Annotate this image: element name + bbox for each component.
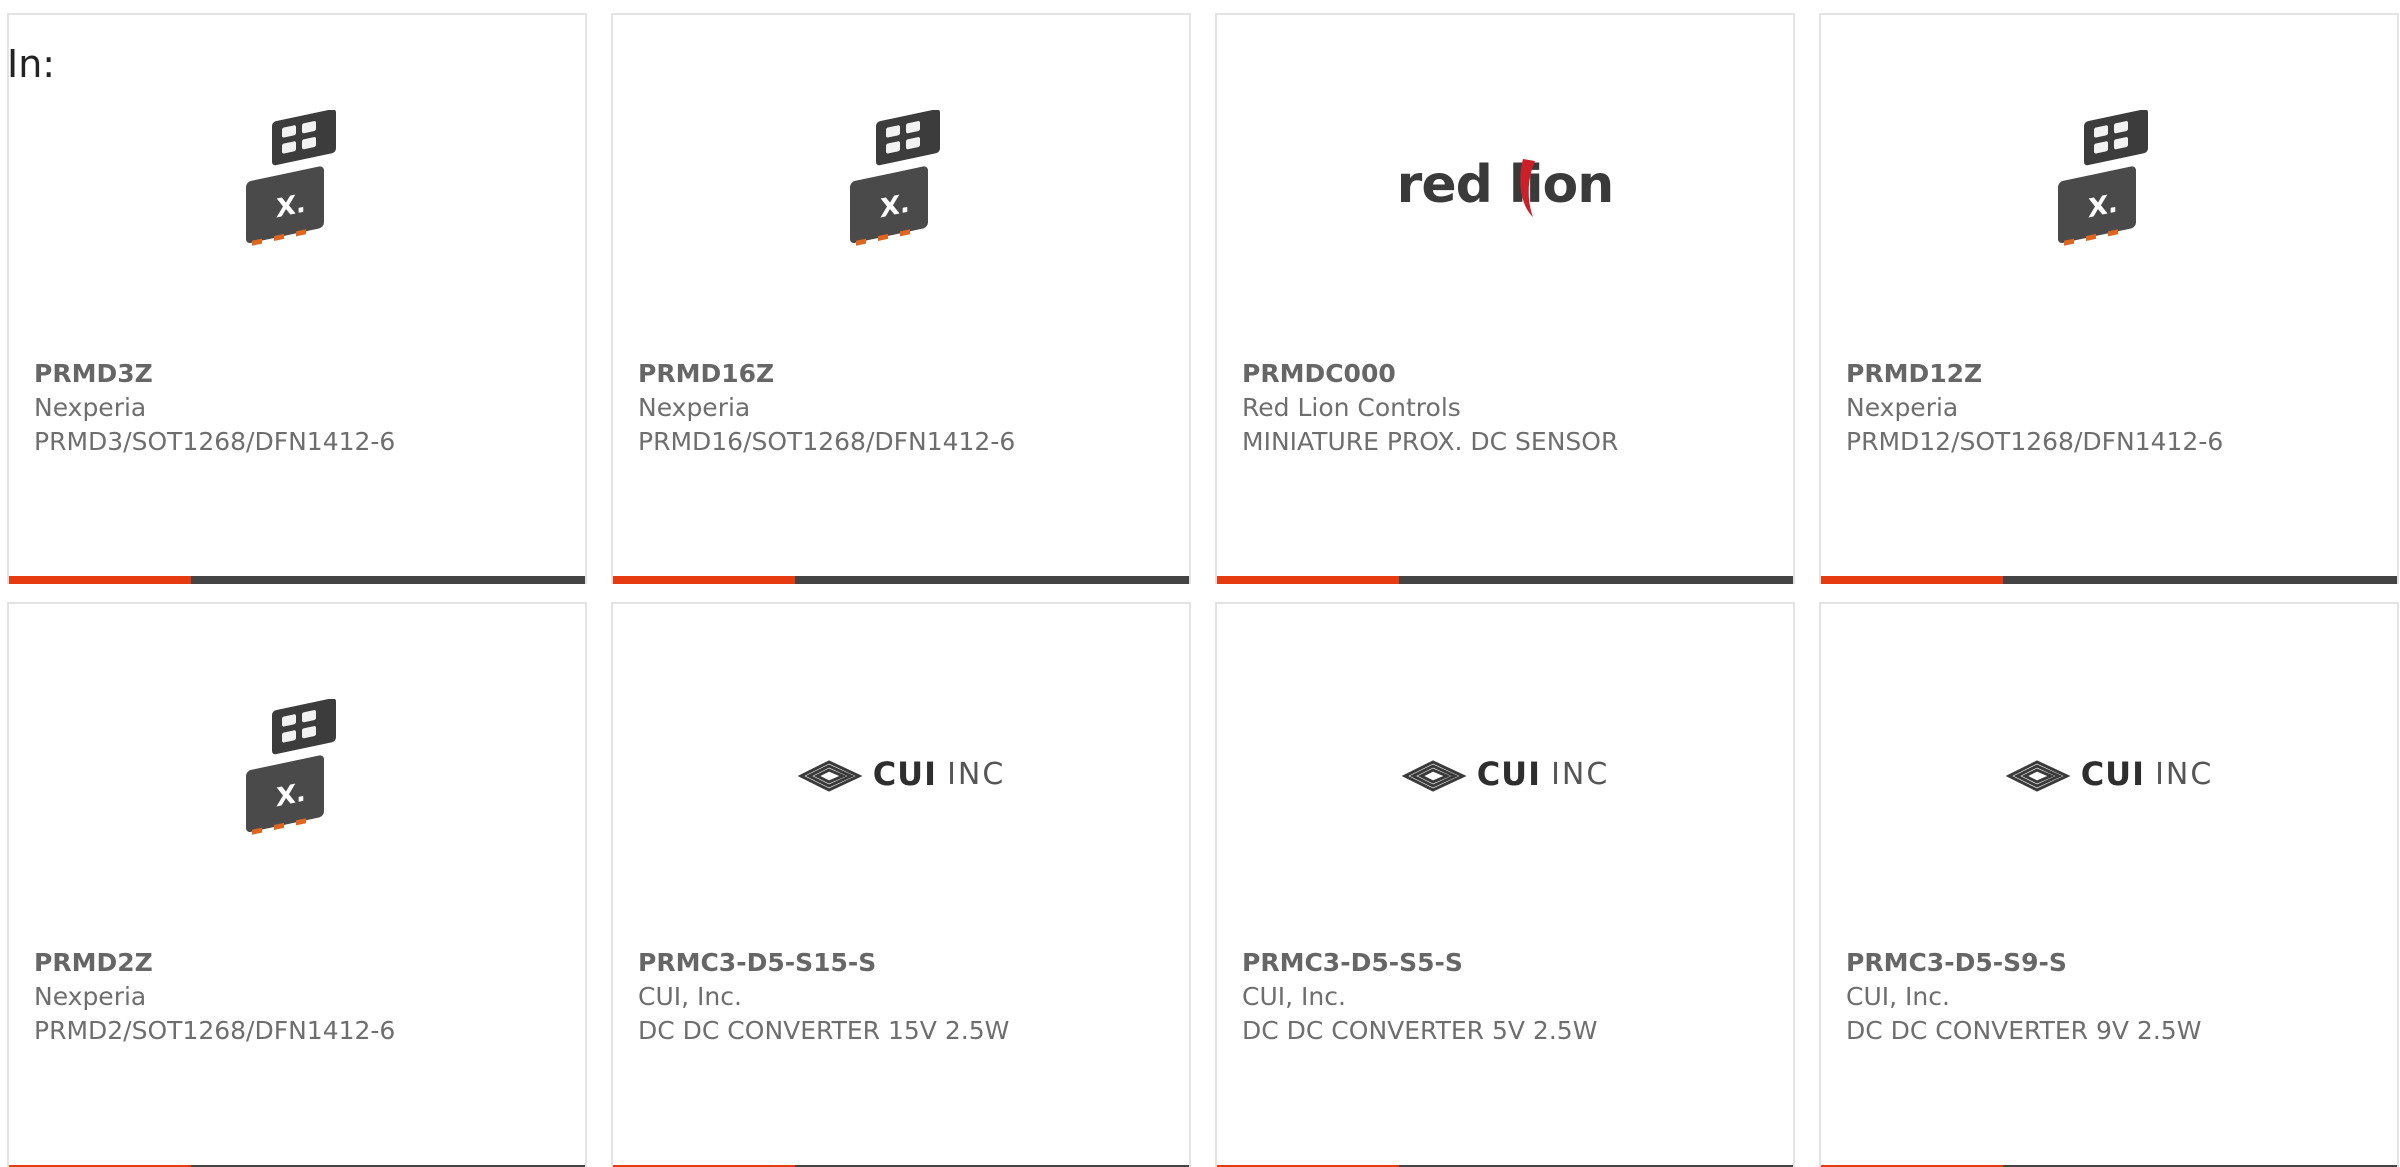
- red-lion-swoosh-icon: [1519, 159, 1535, 217]
- description: PRMD2/SOT1268/DFN1412-6: [34, 1016, 396, 1045]
- product-info: PRMD16Z Nexperia PRMD16/SOT1268/DFN1412-…: [638, 357, 1169, 459]
- part-number-link[interactable]: PRMD2Z: [34, 946, 565, 980]
- cui-logo: CUI INC: [797, 754, 1006, 794]
- cui-logo-text: CUI: [1476, 755, 1542, 793]
- product-info: PRMDC000 Red Lion Controls MINIATURE PRO…: [1242, 357, 1773, 459]
- product-info: PRMC3-D5-S5-S CUI, Inc. DC DC CONVERTER …: [1242, 946, 1773, 1048]
- product-grid: X. PRMD3Z Nexperia PRMD3/SOT1268/DFN1412…: [7, 13, 2399, 1167]
- card-footer-bar: [1217, 576, 1793, 584]
- part-number-link[interactable]: PRMC3-D5-S15-S: [638, 946, 1169, 980]
- manufacturer: Nexperia: [1846, 393, 1959, 422]
- product-card[interactable]: CUI INC PRMC3-D5-S9-S CUI, Inc. DC DC CO…: [1819, 602, 2399, 1167]
- card-footer-bar: [613, 576, 1189, 584]
- manufacturer: Red Lion Controls: [1242, 393, 1461, 422]
- part-number-link[interactable]: PRMD16Z: [638, 357, 1169, 391]
- product-card[interactable]: X. PRMD3Z Nexperia PRMD3/SOT1268/DFN1412…: [7, 13, 587, 584]
- product-image[interactable]: X.: [9, 85, 585, 285]
- product-card[interactable]: CUI INC PRMC3-D5-S15-S CUI, Inc. DC DC C…: [611, 602, 1191, 1167]
- product-info: PRMD3Z Nexperia PRMD3/SOT1268/DFN1412-6: [34, 357, 565, 459]
- page: In: X. PRMD3Z Nexperia PRMD3/SOT1268/DFN…: [0, 0, 2400, 1167]
- product-card[interactable]: CUI INC PRMC3-D5-S5-S CUI, Inc. DC DC CO…: [1215, 602, 1795, 1167]
- nexperia-chip-icon: X.: [246, 110, 336, 246]
- red-lion-logo: red lion: [1396, 155, 1615, 217]
- description: DC DC CONVERTER 15V 2.5W: [638, 1016, 1010, 1045]
- description: MINIATURE PROX. DC SENSOR: [1242, 427, 1619, 456]
- product-image[interactable]: X.: [1821, 85, 2397, 285]
- red-lion-logo-text: red lion: [1396, 155, 1615, 215]
- product-card[interactable]: red lion PRMDC000 Red Lion Controls MINI…: [1215, 13, 1795, 584]
- nexperia-chip-icon: X.: [850, 110, 940, 246]
- description: PRMD12/SOT1268/DFN1412-6: [1846, 427, 2224, 456]
- description: PRMD3/SOT1268/DFN1412-6: [34, 427, 396, 456]
- part-number-link[interactable]: PRMC3-D5-S5-S: [1242, 946, 1773, 980]
- svg-text:X.: X.: [2088, 189, 2118, 225]
- cui-logo-suffix: INC: [1551, 756, 1610, 792]
- manufacturer: Nexperia: [638, 393, 751, 422]
- card-footer-bar: [1821, 576, 2397, 584]
- product-image[interactable]: red lion: [1217, 85, 1793, 285]
- product-info: PRMD2Z Nexperia PRMD2/SOT1268/DFN1412-6: [34, 946, 565, 1048]
- part-number-link[interactable]: PRMC3-D5-S9-S: [1846, 946, 2377, 980]
- svg-text:X.: X.: [880, 189, 910, 225]
- part-number-link[interactable]: PRMDC000: [1242, 357, 1773, 391]
- product-card[interactable]: X. PRMD12Z Nexperia PRMD12/SOT1268/DFN14…: [1819, 13, 2399, 584]
- product-card[interactable]: X. PRMD16Z Nexperia PRMD16/SOT1268/DFN14…: [611, 13, 1191, 584]
- cui-logo-text: CUI: [2080, 755, 2146, 793]
- card-footer-accent: [1821, 576, 2003, 584]
- product-info: PRMC3-D5-S15-S CUI, Inc. DC DC CONVERTER…: [638, 946, 1169, 1048]
- product-image[interactable]: X.: [9, 674, 585, 874]
- cui-logo-text: CUI: [872, 755, 938, 793]
- nexperia-chip-icon: X.: [246, 699, 336, 835]
- card-footer-accent: [9, 576, 191, 584]
- part-number-link[interactable]: PRMD12Z: [1846, 357, 2377, 391]
- product-info: PRMC3-D5-S9-S CUI, Inc. DC DC CONVERTER …: [1846, 946, 2377, 1048]
- card-footer-bar: [9, 576, 585, 584]
- product-card[interactable]: X. PRMD2Z Nexperia PRMD2/SOT1268/DFN1412…: [7, 602, 587, 1167]
- product-info: PRMD12Z Nexperia PRMD12/SOT1268/DFN1412-…: [1846, 357, 2377, 459]
- product-image[interactable]: CUI INC: [1821, 674, 2397, 874]
- manufacturer: Nexperia: [34, 982, 147, 1011]
- description: DC DC CONVERTER 9V 2.5W: [1846, 1016, 2202, 1045]
- svg-text:X.: X.: [276, 778, 306, 814]
- description: PRMD16/SOT1268/DFN1412-6: [638, 427, 1016, 456]
- product-image[interactable]: X.: [613, 85, 1189, 285]
- manufacturer: CUI, Inc.: [638, 982, 742, 1011]
- cui-logo: CUI INC: [1401, 754, 1610, 794]
- card-footer-accent: [613, 576, 795, 584]
- cui-logo: CUI INC: [2005, 754, 2214, 794]
- description: DC DC CONVERTER 5V 2.5W: [1242, 1016, 1598, 1045]
- part-number-link[interactable]: PRMD3Z: [34, 357, 565, 391]
- filter-label: In:: [7, 42, 56, 86]
- product-image[interactable]: CUI INC: [1217, 674, 1793, 874]
- card-footer-accent: [1217, 576, 1399, 584]
- manufacturer: CUI, Inc.: [1846, 982, 1950, 1011]
- cui-logo-suffix: INC: [947, 756, 1006, 792]
- svg-text:X.: X.: [276, 189, 306, 225]
- manufacturer: CUI, Inc.: [1242, 982, 1346, 1011]
- nexperia-chip-icon: X.: [2058, 110, 2148, 246]
- cui-logo-suffix: INC: [2155, 756, 2214, 792]
- manufacturer: Nexperia: [34, 393, 147, 422]
- cui-stack-icon: [2005, 760, 2071, 792]
- cui-stack-icon: [797, 760, 863, 792]
- cui-stack-icon: [1401, 760, 1467, 792]
- product-image[interactable]: CUI INC: [613, 674, 1189, 874]
